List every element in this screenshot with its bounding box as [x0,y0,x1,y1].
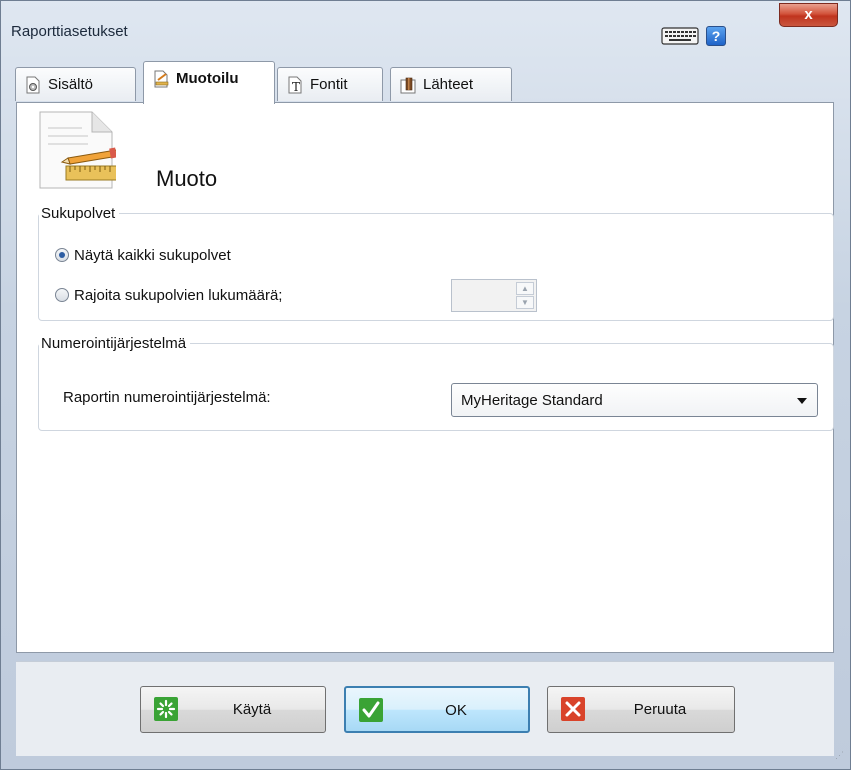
tab-muotoilu[interactable]: Muotoilu [143,61,275,104]
apply-button[interactable]: Käytä [140,686,326,733]
tab-label: Fontit [310,76,348,93]
resize-grip-icon[interactable]: ⋰ [835,750,844,761]
font-icon: T [288,76,302,94]
tab-sisalto[interactable]: Sisältö [15,67,136,101]
numbering-label: Raportin numerointijärjestelmä: [63,389,271,406]
apply-icon [154,697,178,721]
svg-text:T: T [292,80,300,94]
gear-document-icon [26,76,40,94]
tab-label: Lähteet [423,76,474,93]
tab-label: Sisältö [48,76,94,93]
numbering-legend: Numerointijärjestelmä [41,335,187,352]
ok-button-label: OK [445,702,467,719]
generations-legend: Sukupolvet [41,205,116,222]
tab-label: Muotoilu [176,70,239,87]
select-value: MyHeritage Standard [461,392,603,409]
title-bar: Raporttiasetukset ? x [1,1,850,55]
sources-icon [400,77,416,94]
format-document-icon [154,70,169,88]
numbering-system-select[interactable]: MyHeritage Standard [451,383,818,417]
cancel-button-label: Peruuta [633,701,687,718]
window-title: Raporttiasetukset [11,23,128,40]
ok-button[interactable]: OK [344,686,530,733]
tab-lahteet[interactable]: Lähteet [390,67,512,101]
close-button[interactable]: x [779,3,838,27]
page-title: Muoto [156,166,218,191]
apply-button-label: Käytä [232,701,272,718]
dialog-window: Raporttiasetukset ? x Sisältö Muotoilu T… [0,0,851,770]
tab-strip: Sisältö Muotoilu T Fontit Lähteet [15,59,835,104]
tab-fontit[interactable]: T Fontit [277,67,383,101]
chevron-down-icon[interactable]: ▼ [516,296,534,309]
chevron-up-icon[interactable]: ▲ [516,282,534,295]
radio-label: Näytä kaikki sukupolvet [74,247,231,264]
tab-panel: Muoto Sukupolvet Näytä kaikki sukupolvet… [16,102,834,653]
generation-count-stepper[interactable]: ▲ ▼ [451,279,537,312]
help-button[interactable]: ? [706,26,726,46]
radio-button[interactable] [55,288,69,302]
document-ruler-pencil-icon [39,111,116,189]
chevron-down-icon [797,398,807,404]
checkmark-icon [359,698,383,722]
keyboard-icon[interactable] [661,26,699,46]
close-icon [561,697,585,721]
radio-button-checked[interactable] [55,248,69,262]
radio-label: Rajoita sukupolvien lukumäärä; [74,287,283,304]
cancel-button[interactable]: Peruuta [547,686,735,733]
